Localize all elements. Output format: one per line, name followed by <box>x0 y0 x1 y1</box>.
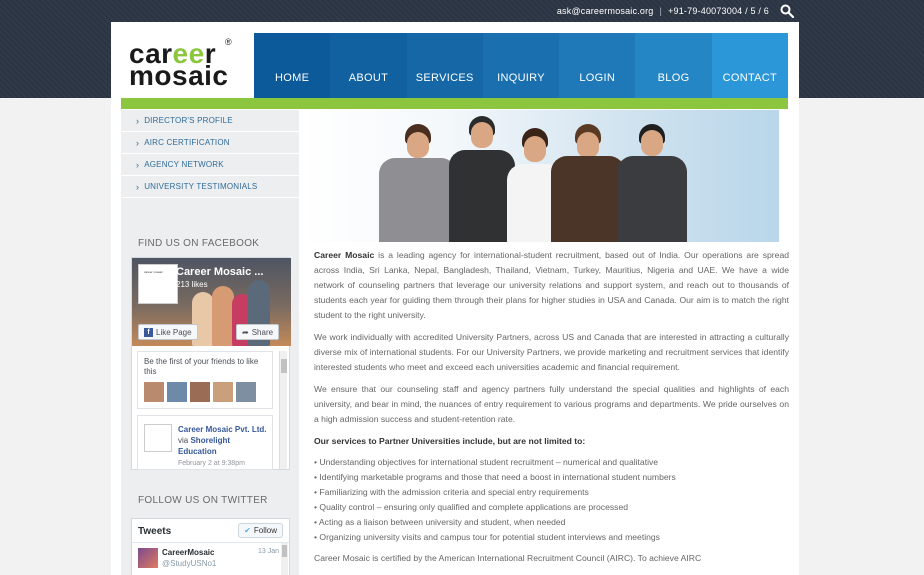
logo-line-2: mosaic <box>129 60 229 91</box>
twitter-bird-icon: ✔ <box>244 526 251 535</box>
search-icon[interactable] <box>780 4 794 18</box>
list-item: • Understanding objectives for internati… <box>314 457 659 467</box>
certification-paragraph: Career Mosaic is certified by the Americ… <box>314 553 702 563</box>
post-thumbnail[interactable] <box>144 424 172 452</box>
divider <box>132 542 289 543</box>
contact-phone: +91-79-40073004 / 5 / 6 <box>668 6 769 16</box>
services-list: • Understanding objectives for internati… <box>314 455 789 545</box>
twitter-scrollbar[interactable] <box>281 543 288 575</box>
sidebar: › DIRECTOR'S PROFILE › AIRC CERTIFICATION … <box>121 110 299 575</box>
share-button[interactable]: ➦ Share <box>236 324 280 340</box>
twitter-follow-button[interactable]: ✔ Follow <box>238 523 283 538</box>
avatar[interactable] <box>138 548 158 568</box>
nav-about[interactable]: ABOUT <box>330 33 407 98</box>
friend-avatar[interactable] <box>167 382 187 402</box>
scrollbar-thumb[interactable] <box>282 545 287 557</box>
facebook-scrollbar[interactable] <box>279 351 287 469</box>
facebook-like-count: 213 likes <box>176 280 208 289</box>
accent-bar <box>121 98 788 109</box>
facebook-page-name[interactable]: Career Mosaic ... <box>176 266 263 278</box>
like-page-button[interactable]: f Like Page <box>138 324 198 340</box>
twitter-heading: FOLLOW US ON TWITTER <box>138 495 268 506</box>
post-date: February 2 at 9:38pm <box>178 460 245 467</box>
intro-paragraph: Career Mosaic is a leading agency for in… <box>314 250 789 320</box>
friends-text: Be the first of your friends to like thi… <box>144 357 259 376</box>
friends-avatars <box>144 382 266 402</box>
tweet-author-name[interactable]: CareerMosaic <box>162 548 214 557</box>
tweets-heading: Tweets <box>138 526 172 537</box>
partners-paragraph: We work individually with accredited Uni… <box>314 332 789 372</box>
staff-paragraph: We ensure that our counseling staff and … <box>314 384 789 424</box>
cover-person <box>212 286 234 346</box>
list-item: • Organizing university visits and campu… <box>314 532 660 542</box>
nav-login[interactable]: LOGIN <box>559 33 636 98</box>
facebook-post: Career Mosaic Pvt. Ltd. via Shorelight E… <box>137 415 273 470</box>
registered-mark: ® <box>225 37 232 47</box>
friend-avatar[interactable] <box>144 382 164 402</box>
site-logo[interactable]: career mosaic ® <box>129 37 239 92</box>
share-icon: ➦ <box>242 327 249 337</box>
page-container: career mosaic ® HOME ABOUT SERVICES INQU… <box>111 22 799 575</box>
main-content: Career Mosaic is a leading agency for in… <box>314 248 789 573</box>
sidebar-item-directors-profile[interactable]: › DIRECTOR'S PROFILE <box>121 110 299 132</box>
facebook-page-thumbnail: career mosaic <box>138 264 178 304</box>
contact-separator: | <box>659 6 663 16</box>
contact-email[interactable]: ask@careermosaic.org <box>557 6 654 16</box>
twitter-widget: Tweets ✔ Follow CareerMosaic @StudyUSNo1 … <box>131 518 290 575</box>
chevron-right-icon: › <box>136 159 140 170</box>
nav-contact[interactable]: CONTACT <box>711 33 788 98</box>
hero-banner-image <box>301 110 779 242</box>
list-item: • Acting as a liaison between university… <box>314 517 566 527</box>
sidebar-menu: › DIRECTOR'S PROFILE › AIRC CERTIFICATION … <box>121 110 299 198</box>
list-item: • Identifying marketable programs and th… <box>314 472 676 482</box>
sidebar-item-agency-network[interactable]: › AGENCY NETWORK <box>121 154 299 176</box>
banner-person <box>379 122 457 242</box>
friend-avatar[interactable] <box>190 382 210 402</box>
sidebar-item-airc-certification[interactable]: › AIRC CERTIFICATION <box>121 132 299 154</box>
facebook-widget: career mosaic Career Mosaic ... 213 like… <box>131 257 291 470</box>
list-item: • Familiarizing with the admission crite… <box>314 487 589 497</box>
sidebar-item-university-testimonials[interactable]: › UNIVERSITY TESTIMONIALS <box>121 176 299 198</box>
chevron-right-icon: › <box>136 115 140 126</box>
list-item: • Quality control – ensuring only qualif… <box>314 502 628 512</box>
nav-inquiry[interactable]: INQUIRY <box>482 33 560 98</box>
nav-services[interactable]: SERVICES <box>406 33 483 98</box>
chevron-right-icon: › <box>136 137 140 148</box>
friend-avatar[interactable] <box>236 382 256 402</box>
facebook-heading: FIND US ON FACEBOOK <box>138 238 260 249</box>
friend-avatar[interactable] <box>213 382 233 402</box>
chevron-right-icon: › <box>136 181 140 192</box>
facebook-friends-box: Be the first of your friends to like thi… <box>137 351 273 409</box>
services-heading: Our services to Partner Universities inc… <box>314 436 586 446</box>
post-title[interactable]: Career Mosaic Pvt. Ltd. via Shorelight E… <box>178 424 270 457</box>
nav-home[interactable]: HOME <box>254 33 331 98</box>
tweet-date[interactable]: 13 Jan <box>258 548 279 555</box>
main-nav: HOME ABOUT SERVICES INQUIRY LOGIN BLOG C… <box>254 33 788 98</box>
nav-blog[interactable]: BLOG <box>635 33 712 98</box>
tweet-author-handle[interactable]: @StudyUSNo1 <box>162 559 216 568</box>
scrollbar-thumb[interactable] <box>281 359 287 373</box>
banner-person <box>551 122 625 242</box>
banner-person <box>617 124 687 242</box>
banner-person <box>449 116 515 242</box>
facebook-icon: f <box>144 327 153 337</box>
